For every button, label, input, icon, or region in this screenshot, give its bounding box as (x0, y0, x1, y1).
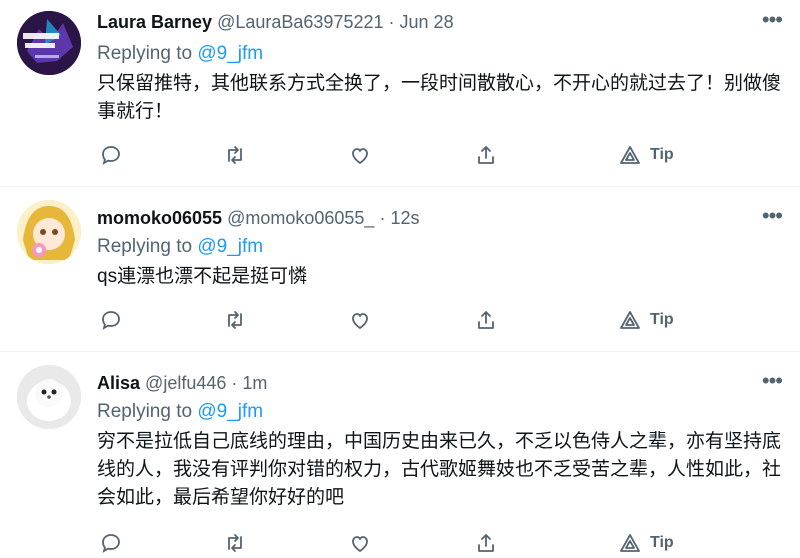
reply-icon (102, 146, 120, 165)
avatar[interactable] (17, 365, 81, 429)
tip-button[interactable]: Tip (618, 528, 674, 558)
display-name[interactable]: Laura Barney (97, 12, 212, 32)
tweet[interactable]: Alisa @jelfu446 · 1m ••• Replying to @9_… (0, 352, 800, 553)
retweet-icon (228, 534, 242, 552)
tweet-header: Laura Barney @LauraBa63975221 · Jun 28 (97, 10, 454, 34)
replying-prefix: Replying to (97, 236, 193, 257)
separator: · (379, 208, 386, 228)
retweet-button[interactable] (223, 305, 247, 335)
tweet-text: 只保留推特，其他联系方式全换了，一段时间散散心，不开心的就过去了！别做傻事就行！ (97, 73, 782, 122)
like-button[interactable] (348, 528, 372, 558)
retweet-icon (228, 311, 242, 329)
tip-label: Tip (650, 146, 674, 163)
tip-icon (620, 311, 640, 329)
avatar[interactable] (17, 11, 81, 75)
tip-button[interactable]: Tip (618, 140, 674, 170)
tweet[interactable]: momoko06055 @momoko06055_ · 12s ••• Repl… (0, 187, 800, 352)
like-button[interactable] (348, 305, 372, 335)
separator: · (388, 12, 395, 32)
tweet[interactable]: Laura Barney @LauraBa63975221 · Jun 28 •… (0, 0, 800, 187)
share-button[interactable] (474, 528, 498, 558)
replying-prefix: Replying to (97, 43, 193, 64)
replying-prefix: Replying to (97, 401, 193, 422)
reply-button[interactable] (99, 140, 123, 170)
avatar[interactable] (17, 200, 81, 264)
tweet-text: 穷不是拉低自己底线的理由，中国历史由来已久，不乏以色侍人之辈，亦有坚持底线的人，… (97, 431, 782, 508)
more-icon[interactable]: ••• (762, 205, 783, 227)
mention-link[interactable]: @9_jfm (197, 401, 263, 422)
like-icon (352, 536, 368, 553)
share-button[interactable] (474, 305, 498, 335)
retweet-button[interactable] (223, 140, 247, 170)
timestamp[interactable]: 1m (242, 373, 267, 393)
tip-label: Tip (650, 534, 674, 551)
mention-link[interactable]: @9_jfm (197, 236, 263, 257)
separator: · (231, 373, 238, 393)
tweet-actions: Tip (0, 528, 800, 558)
reply-icon (102, 534, 120, 553)
tweet-actions: Tip (0, 305, 800, 335)
reply-button[interactable] (99, 305, 123, 335)
more-icon[interactable]: ••• (762, 9, 783, 31)
display-name[interactable]: momoko06055 (97, 208, 222, 228)
retweet-button[interactable] (223, 528, 247, 558)
like-icon (352, 313, 368, 330)
share-icon (478, 146, 494, 164)
tip-icon (620, 146, 640, 164)
timestamp[interactable]: Jun 28 (400, 12, 454, 32)
share-icon (478, 534, 494, 552)
replying-to: Replying to @9_jfm (97, 42, 263, 66)
tip-label: Tip (650, 311, 674, 328)
user-handle[interactable]: @jelfu446 (145, 373, 226, 393)
tweet-header: momoko06055 @momoko06055_ · 12s (97, 206, 420, 230)
replying-to: Replying to @9_jfm (97, 235, 263, 259)
share-icon (478, 311, 494, 329)
user-handle[interactable]: @LauraBa63975221 (217, 12, 383, 32)
retweet-icon (228, 146, 242, 164)
tip-icon (620, 534, 640, 552)
display-name[interactable]: Alisa (97, 373, 140, 393)
share-button[interactable] (474, 140, 498, 170)
tweet-text: qs連漂也漂不起是挺可憐 (97, 266, 308, 287)
reply-icon (102, 311, 120, 330)
like-button[interactable] (348, 140, 372, 170)
replying-to: Replying to @9_jfm (97, 400, 263, 424)
tweet-header: Alisa @jelfu446 · 1m (97, 371, 267, 395)
more-icon[interactable]: ••• (762, 370, 783, 392)
tip-button[interactable]: Tip (618, 305, 674, 335)
tweet-actions: Tip (0, 140, 800, 170)
like-icon (352, 148, 368, 165)
mention-link[interactable]: @9_jfm (197, 43, 263, 64)
reply-button[interactable] (99, 528, 123, 558)
timestamp[interactable]: 12s (390, 208, 419, 228)
user-handle[interactable]: @momoko06055_ (227, 208, 374, 228)
